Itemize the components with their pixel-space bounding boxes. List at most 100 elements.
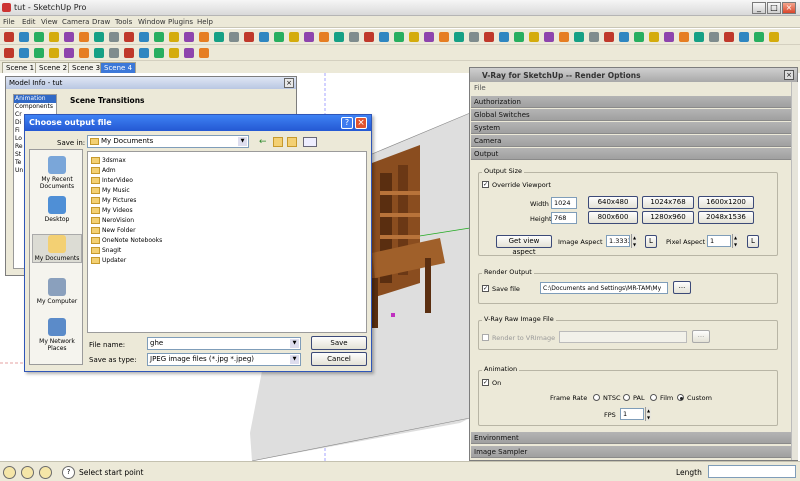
toolbar-tool-icon[interactable] (769, 32, 779, 42)
toolbar-tool-icon[interactable] (514, 32, 524, 42)
toolbar-tool-icon[interactable] (439, 32, 449, 42)
pixel-aspect-lock-button[interactable]: L (747, 235, 759, 248)
toolbar-tool-icon[interactable] (109, 32, 119, 42)
list-item[interactable]: OneNote Notebooks (91, 236, 162, 245)
menu-tools[interactable]: Tools (115, 18, 132, 26)
toolbar-tool-icon[interactable] (679, 32, 689, 42)
menu-plugins[interactable]: Plugins (168, 18, 193, 26)
fps-spinner[interactable]: ▲ ▼ (645, 407, 651, 421)
fps-input[interactable]: 1 (620, 408, 644, 420)
place-my-computer[interactable]: My Computer (32, 278, 82, 305)
toolbar-tool-icon[interactable] (664, 32, 674, 42)
toolbar-tool-icon[interactable] (139, 48, 149, 58)
list-item[interactable]: My Videos (91, 206, 133, 215)
output-path-input[interactable]: C:\Documents and Settings\MR-TAM\My (540, 282, 668, 294)
list-item[interactable]: Adm (91, 166, 116, 175)
section-global-switches[interactable]: Global Switches (471, 109, 791, 121)
toolbar-tool-icon[interactable] (589, 32, 599, 42)
cancel-button[interactable]: Cancel (311, 352, 367, 366)
toolbar-tool-icon[interactable] (79, 32, 89, 42)
dialog-help-button[interactable]: ? (341, 117, 353, 129)
preset-2048x1536-button[interactable]: 2048x1536 (698, 211, 754, 224)
menu-help[interactable]: Help (197, 18, 213, 26)
list-item[interactable]: New Folder (91, 226, 136, 235)
new-folder-icon[interactable] (287, 137, 297, 147)
toolbar-tool-icon[interactable] (94, 48, 104, 58)
toolbar-tool-icon[interactable] (4, 32, 14, 42)
preset-1280x960-button[interactable]: 1280x960 (642, 211, 694, 224)
toolbar-tool-icon[interactable] (19, 32, 29, 42)
preset-640x480-button[interactable]: 640x480 (588, 196, 638, 209)
toolbar-tool-icon[interactable] (64, 48, 74, 58)
image-aspect-input[interactable]: 1.3333 (606, 235, 630, 247)
height-input[interactable]: 768 (551, 212, 577, 224)
close-button[interactable]: × (782, 2, 796, 14)
toolbar-tool-icon[interactable] (424, 32, 434, 42)
menu-camera[interactable]: Camera (62, 18, 89, 26)
image-aspect-spinner[interactable]: ▲ ▼ (631, 234, 637, 248)
file-name-input[interactable]: ghe ▼ (147, 337, 301, 350)
width-input[interactable]: 1024 (551, 197, 577, 209)
list-item[interactable]: NeroVision (91, 216, 134, 225)
view-menu-icon[interactable] (303, 137, 317, 147)
toolbar-tool-icon[interactable] (349, 32, 359, 42)
toolbar-tool-icon[interactable] (394, 32, 404, 42)
vray-close-icon[interactable]: × (784, 70, 794, 80)
category-item[interactable]: Animation (14, 95, 56, 103)
toolbar-tool-icon[interactable] (124, 32, 134, 42)
toolbar-tool-icon[interactable] (694, 32, 704, 42)
section-environment[interactable]: Environment (471, 432, 791, 444)
toolbar-tool-icon[interactable] (199, 32, 209, 42)
frame-rate-film-radio[interactable] (650, 394, 657, 401)
preset-800x600-button[interactable]: 800x600 (588, 211, 638, 224)
toolbar-tool-icon[interactable] (259, 32, 269, 42)
toolbar-tool-icon[interactable] (154, 48, 164, 58)
pixel-aspect-spinner[interactable]: ▲ ▼ (732, 234, 738, 248)
toolbar-tool-icon[interactable] (469, 32, 479, 42)
minimize-button[interactable]: _ (752, 2, 766, 14)
toolbar-tool-icon[interactable] (409, 32, 419, 42)
toolbar-tool-icon[interactable] (34, 48, 44, 58)
tab-scene-1[interactable]: Scene 1 (2, 62, 39, 73)
geo-location-icon[interactable] (3, 466, 16, 479)
override-viewport-checkbox[interactable]: ✓ (482, 181, 489, 188)
help-icon[interactable]: ? (62, 466, 75, 479)
image-aspect-lock-button[interactable]: L (645, 235, 657, 248)
place-desktop[interactable]: Desktop (32, 196, 82, 223)
toolbar-tool-icon[interactable] (19, 48, 29, 58)
toolbar-tool-icon[interactable] (169, 32, 179, 42)
render-to-vrimage-checkbox[interactable] (482, 334, 489, 341)
toolbar-tool-icon[interactable] (49, 48, 59, 58)
toolbar-tool-icon[interactable] (184, 32, 194, 42)
toolbar-tool-icon[interactable] (139, 32, 149, 42)
toolbar-tool-icon[interactable] (634, 32, 644, 42)
toolbar-tool-icon[interactable] (364, 32, 374, 42)
toolbar-tool-icon[interactable] (484, 32, 494, 42)
toolbar-tool-icon[interactable] (244, 32, 254, 42)
frame-rate-pal-radio[interactable] (623, 394, 630, 401)
length-input[interactable] (708, 465, 796, 478)
section-image-sampler[interactable]: Image Sampler (471, 446, 791, 458)
category-item[interactable]: Components (14, 103, 56, 111)
toolbar-tool-icon[interactable] (34, 32, 44, 42)
menu-file[interactable]: File (3, 18, 15, 26)
toolbar-tool-icon[interactable] (199, 48, 209, 58)
toolbar-tool-icon[interactable] (709, 32, 719, 42)
save-file-checkbox[interactable]: ✓ (482, 285, 489, 292)
list-item[interactable]: My Pictures (91, 196, 136, 205)
toolbar-tool-icon[interactable] (319, 32, 329, 42)
tab-scene-4[interactable]: Scene 4 (100, 62, 137, 73)
dialog-close-button[interactable]: × (355, 117, 367, 129)
toolbar-tool-icon[interactable] (124, 48, 134, 58)
place-recent-documents[interactable]: My Recent Documents (32, 156, 82, 190)
toolbar-tool-icon[interactable] (544, 32, 554, 42)
menu-view[interactable]: View (41, 18, 58, 26)
section-authorization[interactable]: Authorization (471, 96, 791, 108)
toolbar-tool-icon[interactable] (454, 32, 464, 42)
toolbar-tool-icon[interactable] (274, 32, 284, 42)
list-item[interactable]: InterVideo (91, 176, 133, 185)
model-info-close-icon[interactable]: × (284, 78, 294, 88)
preset-1600x1200-button[interactable]: 1600x1200 (698, 196, 754, 209)
animation-on-checkbox[interactable]: ✓ (482, 379, 489, 386)
toolbar-tool-icon[interactable] (169, 48, 179, 58)
